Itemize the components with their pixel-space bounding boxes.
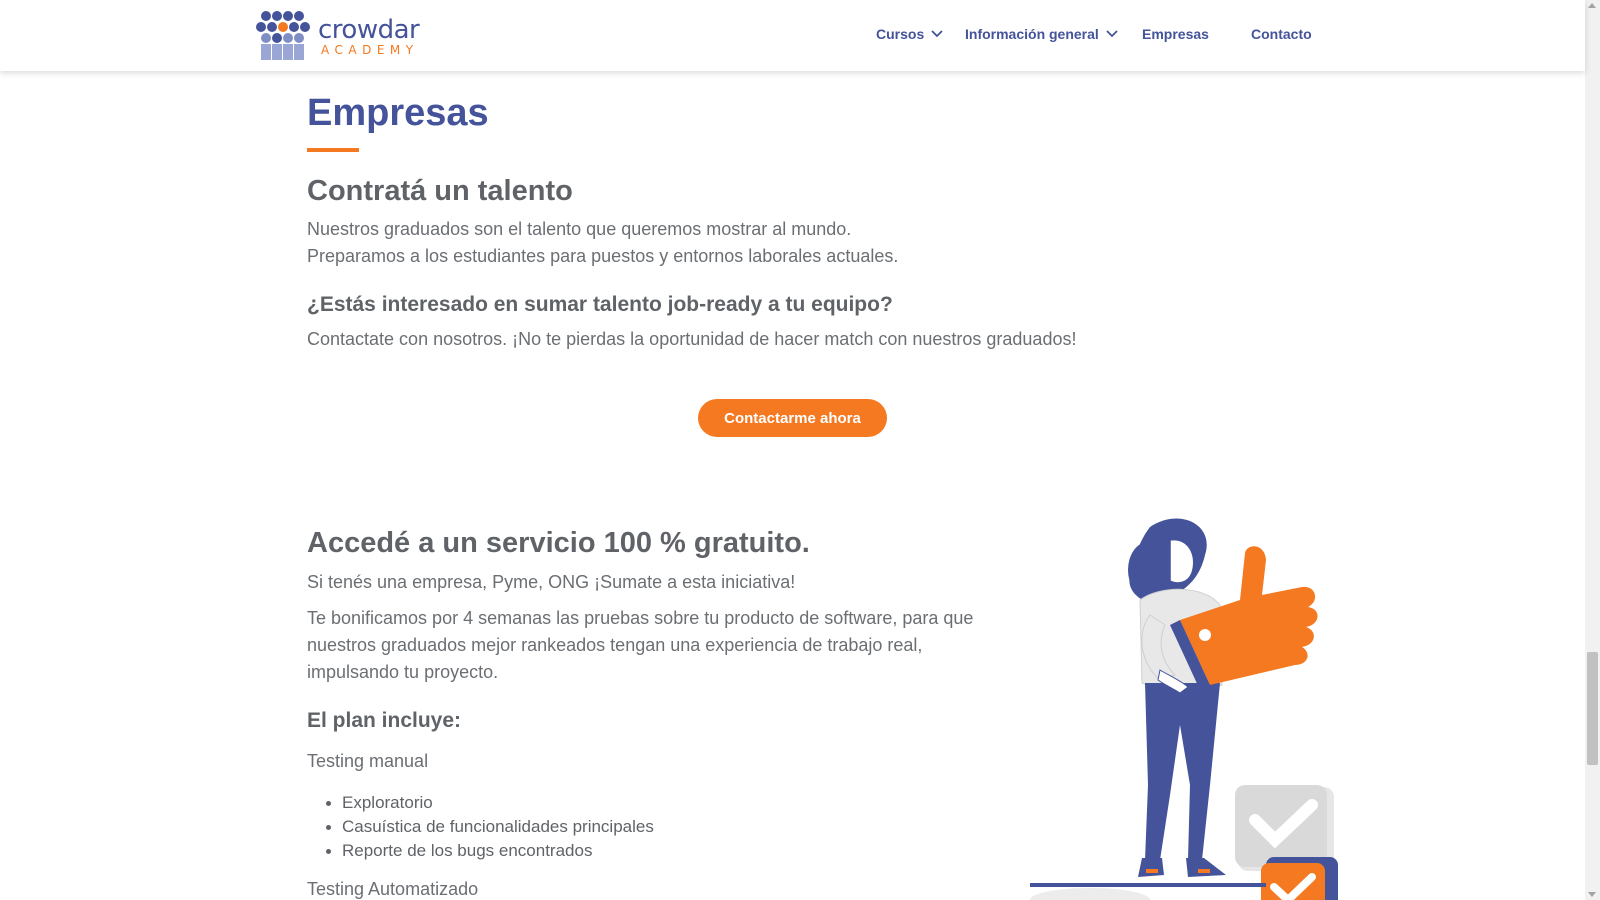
list-item: Exploratorio: [326, 791, 654, 815]
contact-now-button[interactable]: Contactarme ahora: [698, 399, 887, 437]
list-item: Casuística de funcionalidades principale…: [326, 815, 654, 839]
people-dots-logo-icon: [256, 11, 310, 60]
site-header: crowdar ACADEMY Cursos Información gener…: [0, 0, 1585, 71]
chevron-down-icon: [1106, 30, 1118, 38]
section2-body-line3: impulsando tu proyecto.: [307, 662, 499, 682]
nav-empresas[interactable]: Empresas: [1142, 26, 1209, 42]
nav-cursos-label: Cursos: [876, 26, 925, 42]
section1-heading: Contratá un talento: [307, 175, 573, 207]
section2-intro: Si tenés una empresa, Pyme, ONG ¡Sumate …: [307, 572, 796, 592]
chevron-down-icon: [931, 30, 943, 38]
manual-heading: Testing manual: [307, 751, 429, 771]
crowdar-academy-logo[interactable]: crowdar ACADEMY: [256, 10, 420, 62]
nav-informacion-label: Información general: [965, 26, 1099, 42]
nav-cursos[interactable]: Cursos: [876, 26, 944, 42]
section1-line1: Nuestros graduados son el talento que qu…: [307, 219, 852, 239]
woman-thumbs-up-illustration: [1030, 518, 1338, 900]
nav-contacto[interactable]: Contacto: [1251, 26, 1312, 42]
logo-sub: ACADEMY: [321, 42, 419, 57]
nav-empresas-label: Empresas: [1142, 26, 1209, 42]
list-item: Reporte de los bugs encontrados: [326, 839, 654, 863]
scroll-up-arrow-icon[interactable]: [1588, 3, 1596, 8]
section2-heading: Accedé a un servicio 100 % gratuito.: [307, 527, 810, 559]
page-title: Empresas: [307, 92, 489, 134]
section2-body-line2: nuestros graduados mejor rankeados tenga…: [307, 635, 923, 655]
section2-body-line1: Te bonificamos por 4 semanas las pruebas…: [307, 608, 974, 628]
logo-wordmark: crowdar ACADEMY: [318, 14, 420, 57]
scroll-down-arrow-icon[interactable]: [1588, 892, 1596, 897]
logo-word: crowdar: [318, 14, 420, 45]
section1-line2: Preparamos a los estudiantes para puesto…: [307, 246, 899, 266]
plan-heading: El plan incluye:: [307, 709, 462, 732]
page-scrollbar[interactable]: [1585, 0, 1600, 900]
auto-heading: Testing Automatizado: [307, 879, 479, 899]
scrollbar-thumb[interactable]: [1587, 652, 1598, 765]
nav-informacion-general[interactable]: Información general: [965, 26, 1119, 42]
nav-contacto-label: Contacto: [1251, 26, 1312, 42]
title-underline: [307, 148, 359, 152]
section1-question: ¿Estás interesado en sumar talento job-r…: [307, 293, 893, 316]
manual-items-list: Exploratorio Casuística de funcionalidad…: [326, 791, 654, 863]
section1-invite: Contactate con nosotros. ¡No te pierdas …: [307, 329, 1077, 349]
